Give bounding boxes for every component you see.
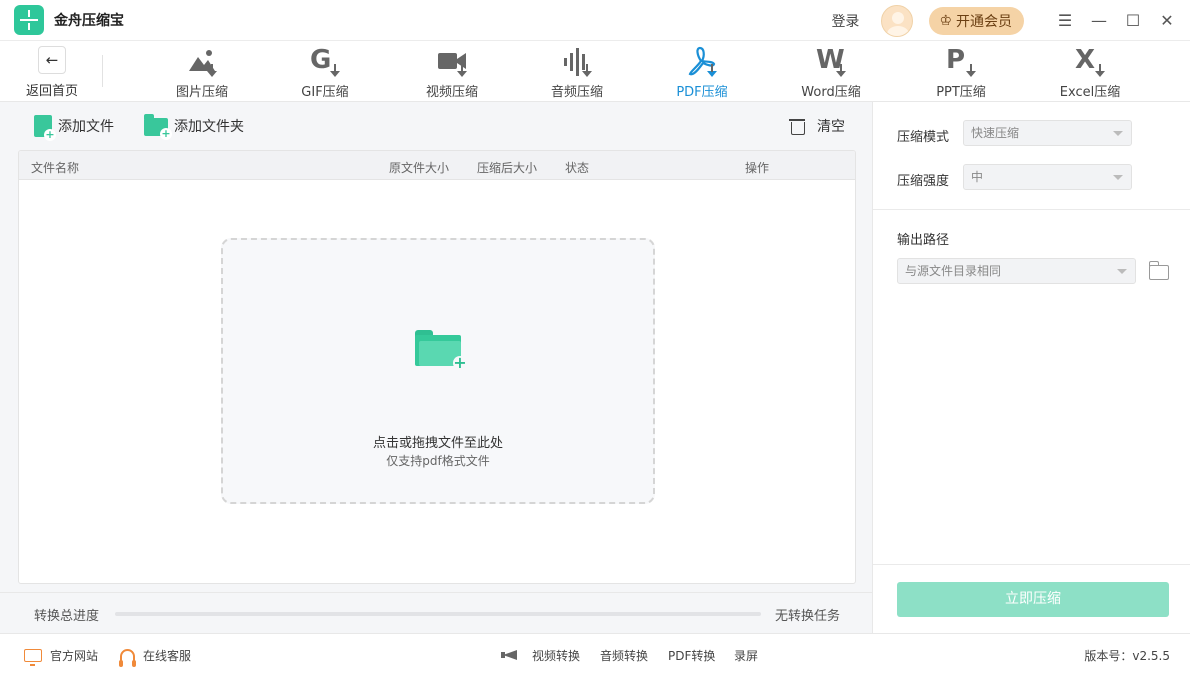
official-website-link[interactable]: 官方网站	[24, 647, 98, 666]
col-compressed-size: 压缩后大小	[477, 161, 538, 175]
vip-button[interactable]: ♔ 开通会员	[929, 6, 1024, 35]
progress-row: 转换总进度 无转换任务	[0, 592, 872, 632]
footer-link-pdf-convert[interactable]: PDF转换	[668, 647, 715, 664]
output-path-label: 输出路径	[897, 233, 950, 248]
tab-ppt-compress[interactable]: P PPT压缩	[916, 45, 1006, 101]
drop-zone-hint: 点击或拖拽文件至此处	[372, 436, 503, 451]
footer-link-audio-convert[interactable]: 音频转换	[600, 647, 648, 664]
close-icon[interactable]: ✕	[1150, 0, 1184, 41]
video-compress-icon	[435, 45, 469, 79]
add-folder-large-icon: +	[415, 330, 467, 371]
ppt-compress-icon: P	[944, 45, 978, 79]
add-file-icon	[34, 115, 56, 141]
excel-compress-icon: X	[1073, 45, 1107, 79]
megaphone-icon	[501, 647, 521, 663]
image-compress-icon	[185, 45, 219, 79]
back-home-button[interactable]: ← 返回首页	[22, 46, 82, 100]
tab-word-compress[interactable]: W Word压缩	[786, 45, 876, 101]
progress-status: 无转换任务	[775, 609, 841, 624]
add-file-button[interactable]: 添加文件	[34, 114, 114, 141]
add-folder-icon	[144, 114, 172, 140]
add-folder-button[interactable]: 添加文件夹	[144, 114, 244, 140]
menu-icon[interactable]: ☰	[1048, 0, 1082, 41]
mode-label: 压缩模式	[897, 130, 950, 145]
folder-open-icon[interactable]	[1149, 261, 1169, 280]
col-status: 状态	[565, 161, 590, 175]
maximize-icon[interactable]: ☐	[1116, 0, 1150, 41]
strength-select[interactable]: 中	[963, 164, 1132, 190]
trash-icon	[789, 117, 805, 135]
mode-select[interactable]: 快速压缩	[963, 120, 1132, 146]
col-actions: 操作	[745, 161, 770, 175]
gif-compress-icon: G	[308, 45, 342, 79]
version-label: 版本号：v2.5.5	[1084, 649, 1170, 663]
pdf-compress-icon	[685, 45, 719, 79]
footer-link-screen-record[interactable]: 录屏	[734, 647, 758, 664]
minimize-icon[interactable]: —	[1082, 0, 1116, 41]
compress-now-button[interactable]: 立即压缩	[897, 582, 1169, 617]
app-logo-icon	[14, 5, 44, 35]
back-home-label: 返回首页	[25, 84, 78, 99]
progress-bar	[115, 612, 761, 616]
word-compress-icon: W	[816, 45, 846, 77]
footer-link-video-convert[interactable]: 视频转换	[532, 647, 580, 664]
nav-bar: ← 返回首页 图片压缩 G GIF压缩 视频压缩 音频压缩 PDF压缩 W Wo…	[0, 41, 1190, 102]
drop-zone[interactable]: + 点击或拖拽文件至此处 仅支持pdf格式文件	[221, 238, 655, 504]
file-toolbar: 添加文件 添加文件夹 清空	[0, 102, 872, 150]
online-support-link[interactable]: 在线客服	[119, 647, 191, 667]
chevron-down-icon	[1117, 269, 1127, 274]
title-bar: 金舟压缩宝 登录 ♔ 开通会员 ☰ — ☐ ✕	[0, 0, 1190, 41]
avatar[interactable]	[881, 4, 914, 37]
crown-icon: ♔	[939, 12, 952, 29]
settings-divider-bottom	[873, 564, 1190, 565]
col-file-name: 文件名称	[31, 161, 80, 175]
vip-label: 开通会员	[956, 13, 1012, 30]
progress-label: 转换总进度	[34, 609, 100, 624]
arrow-left-icon: ←	[38, 46, 66, 74]
chevron-down-icon	[1113, 131, 1123, 136]
col-original-size: 原文件大小	[389, 161, 450, 175]
tab-excel-compress[interactable]: X Excel压缩	[1045, 45, 1135, 101]
login-link[interactable]: 登录	[831, 11, 859, 31]
file-table: 文件名称 原文件大小 压缩后大小 状态 操作 + 点击或拖拽文件至此处 仅支持p…	[18, 150, 856, 584]
tab-audio-compress[interactable]: 音频压缩	[532, 45, 622, 101]
output-path-select[interactable]: 与源文件目录相同	[897, 258, 1136, 284]
footer: 官方网站 在线客服 视频转换 音频转换 PDF转换 录屏 版本号：v2.5.5	[0, 633, 1190, 674]
monitor-icon	[24, 649, 42, 666]
tab-video-compress[interactable]: 视频压缩	[407, 45, 497, 101]
app-title: 金舟压缩宝	[54, 13, 124, 29]
chevron-down-icon	[1113, 175, 1123, 180]
table-header: 文件名称 原文件大小 压缩后大小 状态 操作	[19, 151, 855, 180]
audio-compress-icon	[560, 45, 594, 79]
tab-pdf-compress[interactable]: PDF压缩	[657, 45, 747, 101]
headset-icon	[119, 648, 136, 667]
strength-label: 压缩强度	[897, 174, 950, 189]
clear-button[interactable]: 清空	[789, 114, 845, 138]
file-panel: 添加文件 添加文件夹 清空 文件名称 原文件大小 压缩后大小 状态 操作 + 点…	[0, 102, 872, 633]
tab-gif-compress[interactable]: G GIF压缩	[280, 45, 370, 101]
drop-zone-subhint: 仅支持pdf格式文件	[386, 454, 490, 468]
nav-divider	[102, 55, 103, 87]
settings-panel: 压缩模式 快速压缩 压缩强度 中 输出路径 与源文件目录相同 立即压缩	[872, 102, 1190, 633]
tab-image-compress[interactable]: 图片压缩	[157, 45, 247, 101]
settings-divider	[873, 209, 1190, 210]
